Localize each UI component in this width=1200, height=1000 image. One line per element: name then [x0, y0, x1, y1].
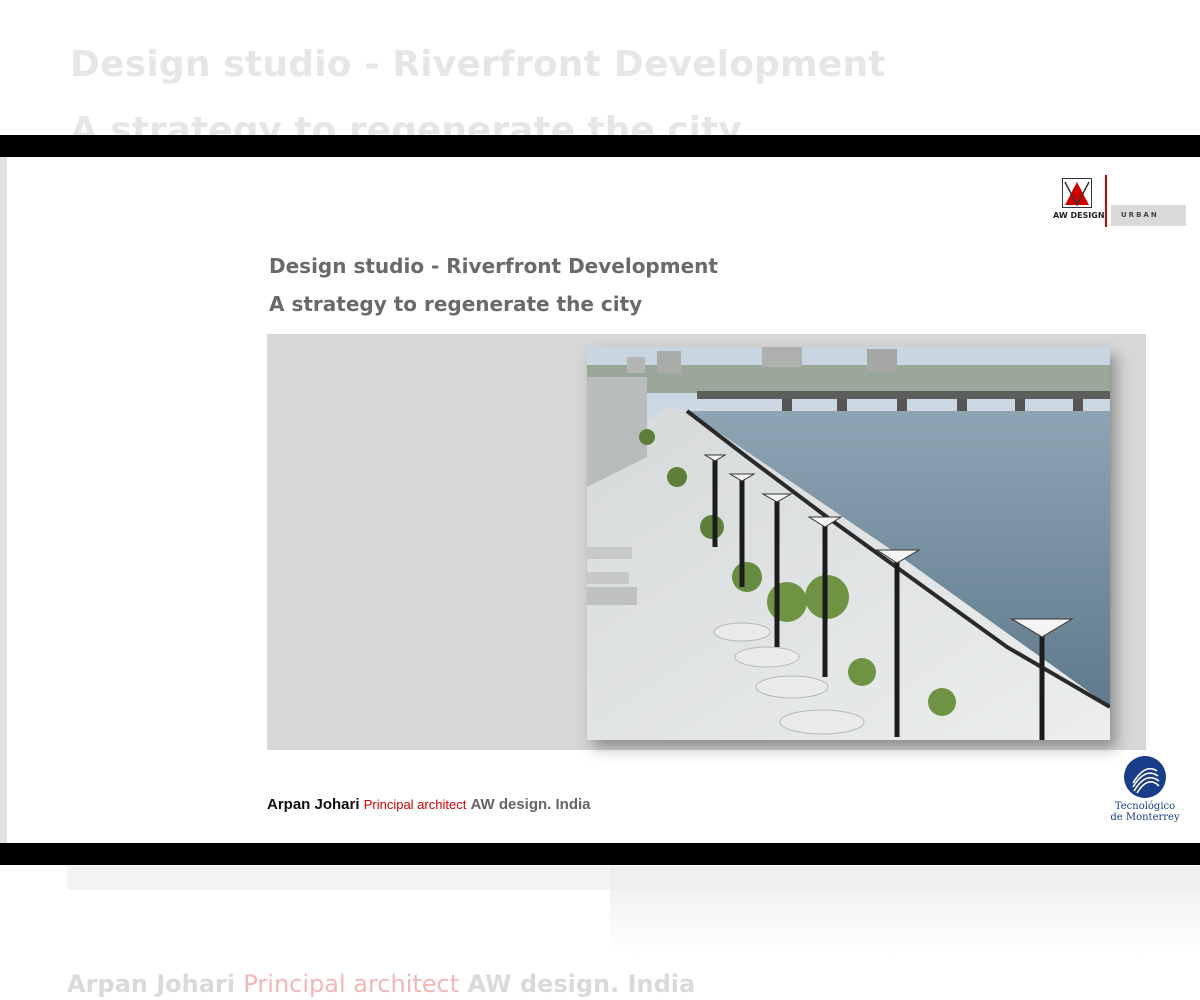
presenter-organization: AW design. India [470, 796, 591, 813]
riverfront-photo [587, 347, 1110, 740]
background-photo-shadow [610, 866, 1200, 956]
background-footer-role: Principal architect [243, 970, 460, 998]
background-footer-name: Arpan Johari [67, 970, 235, 998]
aw-design-logo: AW DESIGN URBAN [1053, 175, 1193, 231]
presentation-slide: AW DESIGN URBAN Design studio - Riverfro… [0, 157, 1200, 843]
tec-name: Tecnológico de Monterrey [1108, 801, 1182, 823]
logo-divider [1105, 175, 1107, 227]
aw-logo-brand: AW DESIGN [1053, 211, 1105, 220]
background-footer: Arpan Johari Principal architect AW desi… [67, 970, 695, 998]
letterbox-bar-bottom [0, 843, 1200, 865]
tec-seal-icon [1124, 756, 1166, 798]
presenter-role: Principal architect [363, 797, 467, 812]
letterbox-bar-top [0, 135, 1200, 157]
background-title: Design studio - Riverfront Development [70, 44, 886, 85]
presenter-name: Arpan Johari [267, 796, 360, 813]
tec-name-line2: de Monterrey [1110, 812, 1180, 823]
slide-title: Design studio - Riverfront Development [269, 254, 718, 278]
presenter-credit: Arpan Johari Principal architect AW desi… [267, 796, 591, 813]
background-footer-org: AW design. India [467, 970, 696, 998]
slide-subtitle: A strategy to regenerate the city [269, 292, 643, 316]
aw-logo-division: URBAN [1111, 205, 1186, 226]
aw-logo-icon [1062, 178, 1092, 208]
tec-monterrey-logo: Tecnológico de Monterrey [1108, 755, 1182, 829]
slide-left-edge [0, 157, 7, 843]
tec-name-line1: Tecnológico [1114, 801, 1176, 812]
